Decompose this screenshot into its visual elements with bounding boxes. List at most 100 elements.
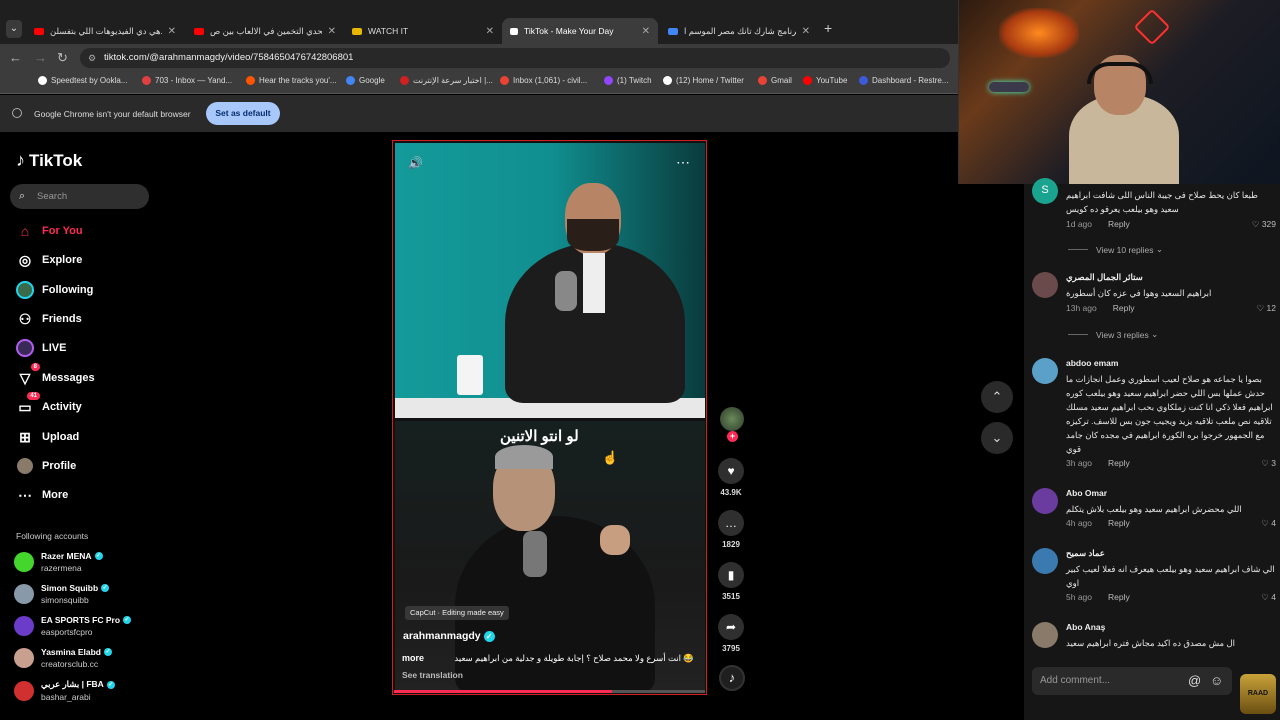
share-button[interactable]: ➦ 3795 xyxy=(716,614,746,653)
creator-avatar[interactable] xyxy=(720,407,744,431)
nav-following[interactable]: Following xyxy=(16,279,93,301)
browser-tab-active[interactable]: TikTok - Make Your Day ✕ xyxy=(502,18,658,44)
video-frame-top xyxy=(395,143,705,418)
reply-button[interactable]: Reply xyxy=(1108,219,1130,230)
nav-friends[interactable]: ⚇ Friends xyxy=(16,308,82,330)
set-as-default-button[interactable]: Set as default xyxy=(206,102,280,125)
avatar xyxy=(1032,272,1058,298)
tiktok-logo[interactable]: ♪ TikTok xyxy=(16,150,82,171)
chrome-icon xyxy=(12,108,22,118)
follow-plus-icon[interactable]: + xyxy=(727,431,738,442)
bookmark-item[interactable]: (12) Home / Twitter xyxy=(663,76,744,85)
browser-tab[interactable]: هي دي الفيديوهات اللي بتفسلن...✕ xyxy=(26,18,184,44)
reply-button[interactable]: Reply xyxy=(1108,518,1130,529)
site-info-icon[interactable]: ⚙ xyxy=(88,48,96,68)
upload-icon: ⊞ xyxy=(19,428,31,445)
nav-activity[interactable]: ▭ 41 Activity xyxy=(16,392,82,418)
following-account[interactable]: Yasmina Elabd ✓ creatorsclub.cc xyxy=(14,647,112,669)
following-account[interactable]: Simon Squibb ✓ simonsquibb xyxy=(14,583,110,605)
bookmark-favicon-icon xyxy=(500,76,509,85)
comment-item: abdoo emam بصوا يا جماعه هو صلاح لعيب اس… xyxy=(1032,358,1276,473)
nav-upload[interactable]: ⊞ Upload xyxy=(16,426,79,448)
volume-icon[interactable]: 🔊 xyxy=(408,156,423,170)
hand xyxy=(600,525,630,555)
close-tab-icon[interactable]: ✕ xyxy=(168,26,176,37)
comment-like-button[interactable]: ♡ 329 xyxy=(1252,219,1276,230)
emoji-icon[interactable]: ☺ xyxy=(1210,667,1223,695)
close-tab-icon[interactable]: ✕ xyxy=(328,26,336,37)
nav-messages[interactable]: ▽ 8 Messages xyxy=(16,363,95,389)
avatar xyxy=(1032,488,1058,514)
see-translation-link[interactable]: See translation xyxy=(402,670,463,680)
verified-icon: ✓ xyxy=(123,616,132,624)
back-icon[interactable]: ← xyxy=(9,50,22,65)
reply-button[interactable]: Reply xyxy=(1108,592,1130,603)
bookmark-item[interactable]: Google xyxy=(346,76,385,85)
nav-profile[interactable]: Profile xyxy=(16,455,76,477)
sound-disc-icon[interactable]: ♪ xyxy=(719,665,745,691)
search-input[interactable]: ⌕ Search xyxy=(10,184,149,209)
more-icon: ⋯ xyxy=(18,486,32,503)
add-comment-input[interactable]: Add comment... @ ☺ xyxy=(1032,667,1232,695)
bookmark-favicon-icon xyxy=(758,76,767,85)
comment-like-button[interactable]: ♡ 4 xyxy=(1261,592,1276,603)
next-video-button[interactable]: ⌄ xyxy=(981,422,1013,454)
caption-more-button[interactable]: more xyxy=(402,653,424,664)
video-more-icon[interactable]: ⋯ xyxy=(676,154,690,171)
bookmark-item[interactable]: Dashboard - Restre... xyxy=(859,76,948,85)
headset xyxy=(1087,62,1153,84)
reply-button[interactable]: Reply xyxy=(1108,458,1130,469)
verified-icon: ✓ xyxy=(483,630,495,642)
bookmark-item[interactable]: YouTube xyxy=(803,76,847,85)
like-button[interactable]: ♥ 43.9K xyxy=(716,458,746,497)
close-tab-icon[interactable]: ✕ xyxy=(642,26,650,37)
comment-button[interactable]: … 1829 xyxy=(716,510,746,549)
url-bar[interactable]: ⚙ tiktok.com/@arahmanmagdy/video/75846504… xyxy=(80,48,950,68)
nav-live[interactable]: LIVE xyxy=(16,337,66,359)
bookmark-favicon-icon xyxy=(38,76,47,85)
bookmark-favicon-icon xyxy=(400,76,409,85)
comment-like-button[interactable]: ♡ 3 xyxy=(1261,458,1276,469)
view-replies-button[interactable]: View 10 replies ⌄ xyxy=(1068,244,1163,255)
browser-tab[interactable]: برنامج شارك تانك مصر الموسم ا...✕ xyxy=(660,18,818,44)
reload-icon[interactable]: ↻ xyxy=(57,50,68,66)
avatar xyxy=(1032,548,1058,574)
following-account[interactable]: بشار عربي | FBA ✓ bashar_arabi xyxy=(14,679,115,702)
tab-search-button[interactable]: ⌄ xyxy=(6,20,22,38)
bookmark-item[interactable]: Inbox (1,061) - civil... xyxy=(500,76,587,85)
capcut-badge[interactable]: CapCut · Editing made easy xyxy=(405,606,509,620)
bookmark-item[interactable]: 703 - Inbox — Yand... xyxy=(142,76,232,85)
home-icon: ⌂ xyxy=(20,223,30,239)
rgb-speaker xyxy=(989,82,1029,92)
bookmark-favicon-icon xyxy=(663,76,672,85)
previous-video-button[interactable]: ⌃ xyxy=(981,381,1013,413)
tiktok-icon xyxy=(510,27,518,35)
mention-icon[interactable]: @ xyxy=(1188,667,1201,695)
nav-more[interactable]: ⋯ More xyxy=(16,484,68,506)
bookmark-item[interactable]: Hear the tracks you'... xyxy=(246,76,337,85)
comment-like-button[interactable]: ♡ 4 xyxy=(1261,518,1276,529)
new-tab-icon[interactable]: + xyxy=(824,20,832,36)
bookmark-item[interactable]: اختبار سرعة الإنترنت |... xyxy=(400,76,493,85)
browser-tab[interactable]: WATCH IT ✕ xyxy=(344,18,502,44)
view-replies-button[interactable]: View 3 replies ⌄ xyxy=(1068,329,1158,340)
forward-icon[interactable]: → xyxy=(34,50,47,65)
following-account[interactable]: EA SPORTS FC Pro ✓ easportsfcpro xyxy=(14,615,132,637)
bookmark-item[interactable]: (1) Twitch xyxy=(604,76,652,85)
comment-like-button[interactable]: ♡ 12 xyxy=(1257,303,1276,314)
close-tab-icon[interactable]: ✕ xyxy=(802,26,810,37)
nav-explore[interactable]: ◎ Explore xyxy=(16,249,82,271)
bookmark-favicon-icon xyxy=(859,76,868,85)
compass-icon: ◎ xyxy=(18,251,32,268)
bookmark-item[interactable]: Speedtest by Ookla... xyxy=(38,76,128,85)
reply-button[interactable]: Reply xyxy=(1113,303,1135,314)
bookmark-button[interactable]: ▮ 3515 xyxy=(716,562,746,601)
following-account[interactable]: Razer MENA ✓ razermena xyxy=(14,551,103,573)
browser-tab[interactable]: تحدي التخمين في الالعاب بين ص...✕ xyxy=(186,18,344,44)
video-author[interactable]: arahmanmagdy ✓ xyxy=(403,630,495,642)
bookmark-item[interactable]: Gmail xyxy=(758,76,792,85)
nav-for-you[interactable]: ⌂ For You xyxy=(16,220,83,242)
close-tab-icon[interactable]: ✕ xyxy=(486,26,494,37)
video-overlay-text: لو انتو الاتنين xyxy=(500,428,579,445)
watchit-icon xyxy=(352,27,362,35)
